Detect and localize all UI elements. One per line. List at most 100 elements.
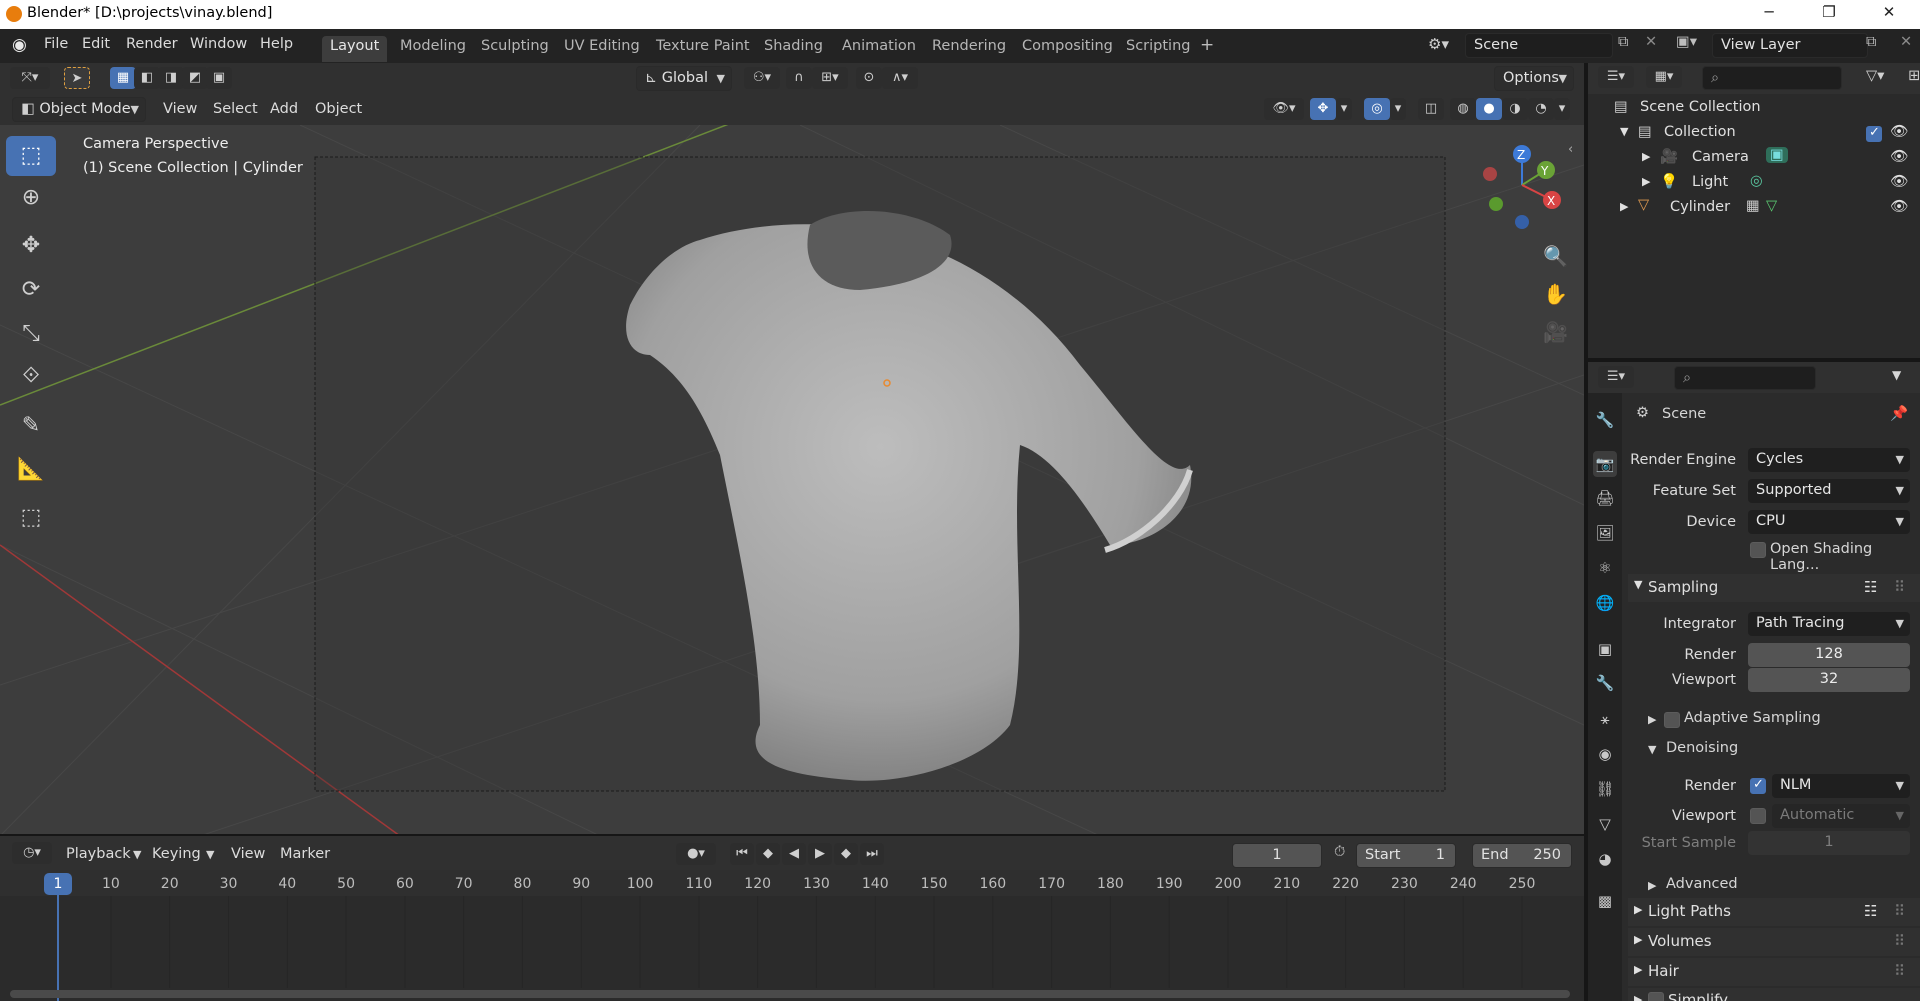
- light-paths-section-header[interactable]: ▶ Light Paths ☷ ⠿: [1628, 898, 1920, 926]
- outliner-display-mode-icon[interactable]: ▦▾: [1646, 66, 1682, 88]
- volumes-section-header[interactable]: ▶ Volumes ⠿: [1628, 928, 1920, 956]
- object-mode-dropdown[interactable]: ◧ Object Mode ▼: [12, 97, 146, 122]
- zoom-icon[interactable]: 🔍: [1543, 244, 1568, 268]
- view-layer-icon[interactable]: ▣▾: [1676, 34, 1697, 50]
- menu-render[interactable]: Render: [126, 36, 178, 52]
- visibility-eye-icon[interactable]: 👁: [1890, 198, 1908, 215]
- tab-material-icon[interactable]: ◕: [1593, 846, 1617, 872]
- close-button[interactable]: ✕: [1874, 3, 1904, 21]
- camera-data-icon[interactable]: ▣: [1766, 147, 1788, 163]
- adaptive-sampling-label[interactable]: Adaptive Sampling: [1684, 710, 1821, 726]
- jump-prev-keyframe-icon[interactable]: ◆: [756, 843, 780, 865]
- move-tool[interactable]: ✥: [6, 226, 56, 266]
- menu-edit[interactable]: Edit: [82, 36, 110, 52]
- visibility-eye-icon[interactable]: 👁: [1890, 148, 1908, 165]
- rendered-shading-icon[interactable]: ◔: [1528, 98, 1554, 120]
- outliner-search-field[interactable]: ⌕: [1702, 66, 1842, 90]
- tab-scene-icon[interactable]: ⚛: [1593, 555, 1617, 581]
- viewport-denoiser-dropdown[interactable]: Automatic ▼: [1772, 804, 1910, 828]
- rotate-tool[interactable]: ⟳: [6, 270, 56, 310]
- timeline-editor-type-icon[interactable]: ◷▾: [12, 842, 52, 864]
- tab-world-icon[interactable]: 🌐: [1593, 590, 1617, 616]
- properties-options-icon[interactable]: ▼: [1892, 368, 1901, 382]
- properties-editor-type-icon[interactable]: ☰▾: [1598, 366, 1634, 388]
- render-engine-dropdown[interactable]: Cycles ▼: [1748, 448, 1910, 472]
- tab-animation[interactable]: Animation: [834, 36, 924, 62]
- pan-hand-icon[interactable]: ✋: [1543, 282, 1568, 306]
- collection-exclude-checkbox[interactable]: [1866, 125, 1882, 142]
- timeline-menu-playback[interactable]: Playback: [66, 846, 131, 862]
- pin-icon[interactable]: 📌: [1890, 405, 1908, 422]
- tab-view-layer-icon[interactable]: 🖼: [1593, 520, 1617, 546]
- collapse-arrow-icon[interactable]: ▼: [1648, 743, 1656, 756]
- menu-window[interactable]: Window: [190, 36, 247, 52]
- tab-modifier-icon[interactable]: 🔧: [1593, 670, 1617, 696]
- outliner-filter-icon[interactable]: ▽▾: [1866, 68, 1884, 84]
- visibility-eye-icon[interactable]: 👁: [1890, 173, 1908, 190]
- tab-scripting[interactable]: Scripting: [1118, 36, 1198, 62]
- scene-selector-icon[interactable]: ⚙▾: [1428, 35, 1449, 53]
- integrator-dropdown[interactable]: Path Tracing ▼: [1748, 612, 1910, 636]
- collapse-arrow-icon[interactable]: ▼: [1620, 125, 1628, 138]
- auto-keying-icon[interactable]: ●▾: [676, 843, 716, 865]
- mesh-data-icon[interactable]: ▽: [1766, 198, 1777, 214]
- maximize-button[interactable]: ❐: [1814, 3, 1844, 21]
- blender-menu-icon[interactable]: ◉: [12, 35, 27, 55]
- device-dropdown[interactable]: CPU ▼: [1748, 510, 1910, 534]
- menu-help[interactable]: Help: [260, 36, 293, 52]
- simplify-checkbox[interactable]: [1648, 992, 1664, 1001]
- overlays-toggle-icon[interactable]: ◎: [1364, 98, 1390, 120]
- start-sample-field[interactable]: 1: [1748, 831, 1910, 855]
- overlays-dropdown-icon[interactable]: ▾: [1390, 98, 1406, 120]
- denoising-render-checkbox[interactable]: [1750, 777, 1766, 794]
- render-samples-field[interactable]: 128: [1748, 643, 1910, 667]
- jump-start-icon[interactable]: ⏮: [730, 843, 754, 865]
- expand-arrow-icon[interactable]: ▶: [1642, 150, 1650, 163]
- expand-arrow-icon[interactable]: ▶: [1642, 175, 1650, 188]
- timeline-menu-marker[interactable]: Marker: [280, 846, 330, 862]
- expand-arrow-icon[interactable]: ▶: [1648, 879, 1656, 892]
- jump-next-keyframe-icon[interactable]: ◆: [834, 843, 858, 865]
- osl-checkbox[interactable]: [1750, 542, 1766, 558]
- select-mode-intersect-icon[interactable]: ▣: [206, 67, 232, 89]
- denoiser-dropdown[interactable]: NLM ▼: [1772, 774, 1910, 798]
- measure-tool[interactable]: 📐: [6, 450, 56, 490]
- presets-list-icon[interactable]: ☷: [1864, 578, 1877, 596]
- start-frame-field[interactable]: Start 1: [1356, 843, 1456, 868]
- editor-type-button[interactable]: ⤧▾: [10, 67, 50, 89]
- tab-rendering[interactable]: Rendering: [924, 36, 1014, 62]
- minimize-button[interactable]: ─: [1754, 3, 1784, 21]
- navigation-gizmo[interactable]: Z Y X: [1472, 140, 1562, 240]
- proportional-edit-icon[interactable]: ⊙: [856, 67, 882, 89]
- snap-target-icon[interactable]: ⊞▾: [812, 67, 848, 89]
- tab-texture-icon[interactable]: ▩: [1593, 888, 1617, 914]
- proportional-falloff-icon[interactable]: ∧▾: [882, 67, 918, 89]
- annotate-tool[interactable]: ✎: [6, 406, 56, 446]
- xray-toggle-icon[interactable]: ◫: [1418, 98, 1444, 120]
- add-workspace-button[interactable]: +: [1200, 35, 1214, 55]
- select-mode-extend-icon[interactable]: ◧: [134, 67, 160, 89]
- material-preview-icon[interactable]: ◑: [1502, 98, 1528, 120]
- light-data-icon[interactable]: ◎: [1750, 173, 1763, 189]
- outliner-row-cylinder[interactable]: ▶ ▽ Cylinder ▦ ▽ 👁: [1588, 196, 1920, 221]
- presets-list-icon[interactable]: ☷: [1864, 902, 1877, 920]
- simplify-section-header[interactable]: ▶ Simplify: [1628, 988, 1920, 1001]
- solid-shading-icon[interactable]: ●: [1476, 98, 1502, 120]
- menu-file[interactable]: File: [44, 36, 68, 52]
- tab-tool-icon[interactable]: 🔧: [1593, 407, 1617, 433]
- outliner-row-collection[interactable]: ▼ ▤ Collection 👁: [1588, 121, 1920, 146]
- wireframe-shading-icon[interactable]: ◍: [1450, 98, 1476, 120]
- tab-uv-editing[interactable]: UV Editing: [556, 36, 648, 62]
- outliner-row-camera[interactable]: ▶ 🎥 Camera ▣ 👁: [1588, 146, 1920, 171]
- expand-arrow-icon[interactable]: ▶: [1648, 713, 1656, 726]
- view-layer-field[interactable]: View Layer: [1712, 33, 1868, 58]
- tab-constraints-icon[interactable]: ⛓: [1593, 776, 1617, 802]
- gizmo-dropdown-icon[interactable]: ▾: [1336, 98, 1352, 120]
- cursor-tool[interactable]: ⊕: [6, 178, 56, 218]
- viewport-menu-object[interactable]: Object: [315, 101, 362, 117]
- sidebar-toggle-icon[interactable]: ‹: [1568, 142, 1573, 157]
- visibility-icon[interactable]: 👁▾: [1264, 98, 1304, 120]
- expand-arrow-icon[interactable]: ▶: [1620, 200, 1628, 213]
- scene-name-field[interactable]: Scene: [1465, 33, 1613, 58]
- viewport-menu-select[interactable]: Select: [213, 101, 258, 117]
